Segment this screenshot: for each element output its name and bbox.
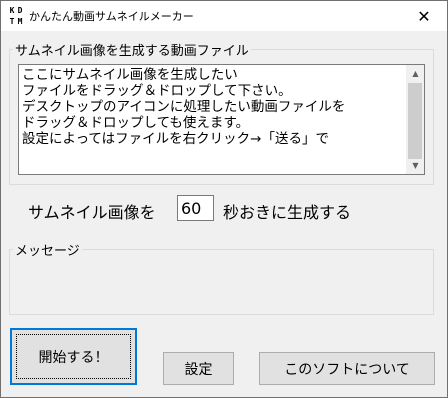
focus-ring	[16, 334, 131, 379]
app-window: K D T M かんたん動画サムネイルメーカー ✕ サムネイル画像を生成する動画…	[0, 0, 448, 398]
close-button[interactable]: ✕	[401, 1, 447, 31]
file-drop-textarea[interactable]: ここにサムネイル画像を生成したい ファイルをドラッグ＆ドロップして下さい。 デス…	[18, 64, 425, 175]
icon-letter: K	[9, 6, 15, 15]
scroll-down-icon[interactable]: ▼	[407, 157, 424, 174]
title-bar[interactable]: K D T M かんたん動画サムネイルメーカー ✕	[1, 1, 447, 31]
textarea-line: ここにサムネイル画像を生成したい	[22, 67, 238, 83]
start-button[interactable]: 開始する！	[10, 328, 137, 385]
icon-letter: M	[17, 17, 23, 26]
vertical-scrollbar[interactable]: ▲ ▼	[406, 65, 424, 174]
about-button[interactable]: このソフトについて	[259, 352, 435, 385]
interval-seconds-input[interactable]	[177, 195, 214, 221]
message-group-label: メッセージ	[13, 240, 82, 259]
scroll-thumb[interactable]	[408, 83, 422, 159]
textarea-line: 設定によってはファイルを右クリック→「送る」で	[22, 131, 329, 147]
file-group-label: サムネイル画像を生成する動画ファイル	[13, 40, 251, 59]
icon-letter: T	[9, 17, 15, 26]
textarea-line: デスクトップのアイコンに処理したい動画ファイルを	[22, 99, 346, 115]
interval-suffix-label: 秒おきに生成する	[223, 203, 352, 222]
textarea-content: ここにサムネイル画像を生成したい ファイルをドラッグ＆ドロップして下さい。 デス…	[22, 67, 406, 147]
settings-button-label: 設定	[184, 361, 213, 378]
about-button-label: このソフトについて	[284, 361, 410, 378]
textarea-line: ドラッグ＆ドロップしても使えます。	[22, 115, 250, 131]
scroll-up-icon[interactable]: ▲	[407, 65, 424, 82]
icon-letter: D	[17, 6, 23, 15]
app-icon: K D T M	[8, 5, 24, 27]
close-icon: ✕	[417, 6, 431, 26]
settings-button[interactable]: 設定	[163, 352, 234, 385]
textarea-line: ファイルをドラッグ＆ドロップして下さい。	[22, 83, 292, 99]
window-title: かんたん動画サムネイルメーカー	[29, 10, 194, 23]
interval-prefix-label: サムネイル画像を	[28, 203, 156, 222]
